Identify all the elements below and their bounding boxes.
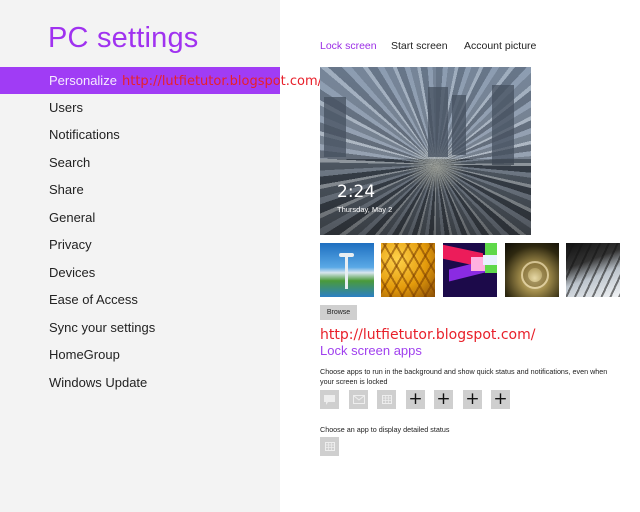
- space-needle-top-icon: [339, 253, 354, 257]
- plus-icon: +: [465, 389, 480, 409]
- sidebar-item-privacy[interactable]: Privacy: [0, 231, 280, 258]
- calendar-icon: [381, 395, 392, 404]
- preview-building: [324, 97, 346, 157]
- watermark-text: http://lutfietutor.blogspot.com/: [320, 327, 536, 343]
- sidebar-item-sync-your-settings[interactable]: Sync your settings: [0, 314, 280, 341]
- mail-icon: [352, 395, 365, 404]
- sidebar-item-label: Personalize: [49, 73, 117, 88]
- sidebar-item-windows-update[interactable]: Windows Update: [0, 369, 280, 396]
- nautilus-spiral: [521, 261, 549, 289]
- lock-app-slot-calendar[interactable]: [377, 390, 396, 409]
- honeycomb-pattern: [381, 243, 435, 297]
- space-needle-icon: [345, 253, 348, 289]
- sidebar-item-ease-of-access[interactable]: Ease of Access: [0, 286, 280, 313]
- calendar-icon: [324, 442, 335, 451]
- sidebar-item-share[interactable]: Share: [0, 176, 280, 203]
- sidebar-item-label: Devices: [49, 265, 96, 280]
- messaging-icon: [324, 394, 335, 405]
- thumbnail-geometric-color[interactable]: [443, 243, 497, 297]
- sidebar-item-general[interactable]: General: [0, 204, 280, 231]
- plus-icon: +: [493, 389, 508, 409]
- plus-icon: +: [436, 389, 451, 409]
- detailed-status-label: Choose an app to display detailed status: [320, 425, 450, 434]
- sidebar-item-label: General: [49, 210, 96, 225]
- sidebar-item-label: Users: [49, 100, 83, 115]
- sidebar-item-label: Privacy: [49, 237, 92, 252]
- sidebar-item-label: Notifications: [49, 127, 120, 142]
- lock-app-slot-mail[interactable]: [349, 390, 368, 409]
- sidebar-item-devices[interactable]: Devices: [0, 259, 280, 286]
- tab-account-picture[interactable]: Account picture: [464, 40, 536, 52]
- thumbnail-space-needle[interactable]: [320, 243, 374, 297]
- sidebar-item-label: Sync your settings: [49, 320, 156, 335]
- sidebar-item-search[interactable]: Search: [0, 149, 280, 176]
- sidebar-item-homegroup[interactable]: HomeGroup: [0, 341, 280, 368]
- lock-screen-apps-heading: Lock screen apps: [320, 343, 422, 358]
- sidebar-item-users[interactable]: Users: [0, 94, 280, 121]
- thumbnail-nautilus-shell[interactable]: [505, 243, 559, 297]
- sidebar-item-label: Ease of Access: [49, 292, 138, 307]
- preview-building: [492, 85, 514, 165]
- thumbnail-honeycomb[interactable]: [381, 243, 435, 297]
- lock-screen-apps-description: Choose apps to run in the background and…: [320, 367, 608, 386]
- sidebar-item-notifications[interactable]: Notifications: [0, 121, 280, 148]
- lock-screen-date: Thursday, May 2: [337, 205, 393, 214]
- detailed-status-app-slot[interactable]: [320, 437, 339, 456]
- page-title: PC settings: [48, 22, 199, 54]
- sidebar-item-label: Windows Update: [49, 375, 148, 390]
- pc-settings-window: PC settings Personalize Users Notificati…: [0, 0, 640, 512]
- lock-app-slot-add[interactable]: +: [406, 390, 425, 409]
- lock-screen-preview: 2:24 Thursday, May 2: [320, 67, 531, 235]
- plus-icon: +: [408, 389, 423, 409]
- lock-app-slot-add[interactable]: +: [491, 390, 510, 409]
- piano-keys-pattern: [566, 243, 620, 297]
- lock-screen-time: 2:24: [337, 182, 376, 202]
- sidebar-item-label: Share: [49, 182, 84, 197]
- thumbnail-piano-keys[interactable]: [566, 243, 620, 297]
- lock-app-slot-add[interactable]: +: [434, 390, 453, 409]
- watermark-text: http://lutfietutor.blogspot.com/: [122, 74, 323, 89]
- shape-white: [483, 255, 497, 265]
- sidebar-item-label: HomeGroup: [49, 347, 120, 362]
- lock-app-slot-messaging[interactable]: [320, 390, 339, 409]
- tab-lock-screen[interactable]: Lock screen: [320, 40, 377, 52]
- tab-start-screen[interactable]: Start screen: [391, 40, 448, 52]
- sidebar-item-label: Search: [49, 155, 91, 170]
- preview-building: [452, 95, 466, 155]
- lock-app-slot-add[interactable]: +: [463, 390, 482, 409]
- preview-building: [428, 87, 448, 157]
- browse-button[interactable]: Browse: [320, 305, 357, 320]
